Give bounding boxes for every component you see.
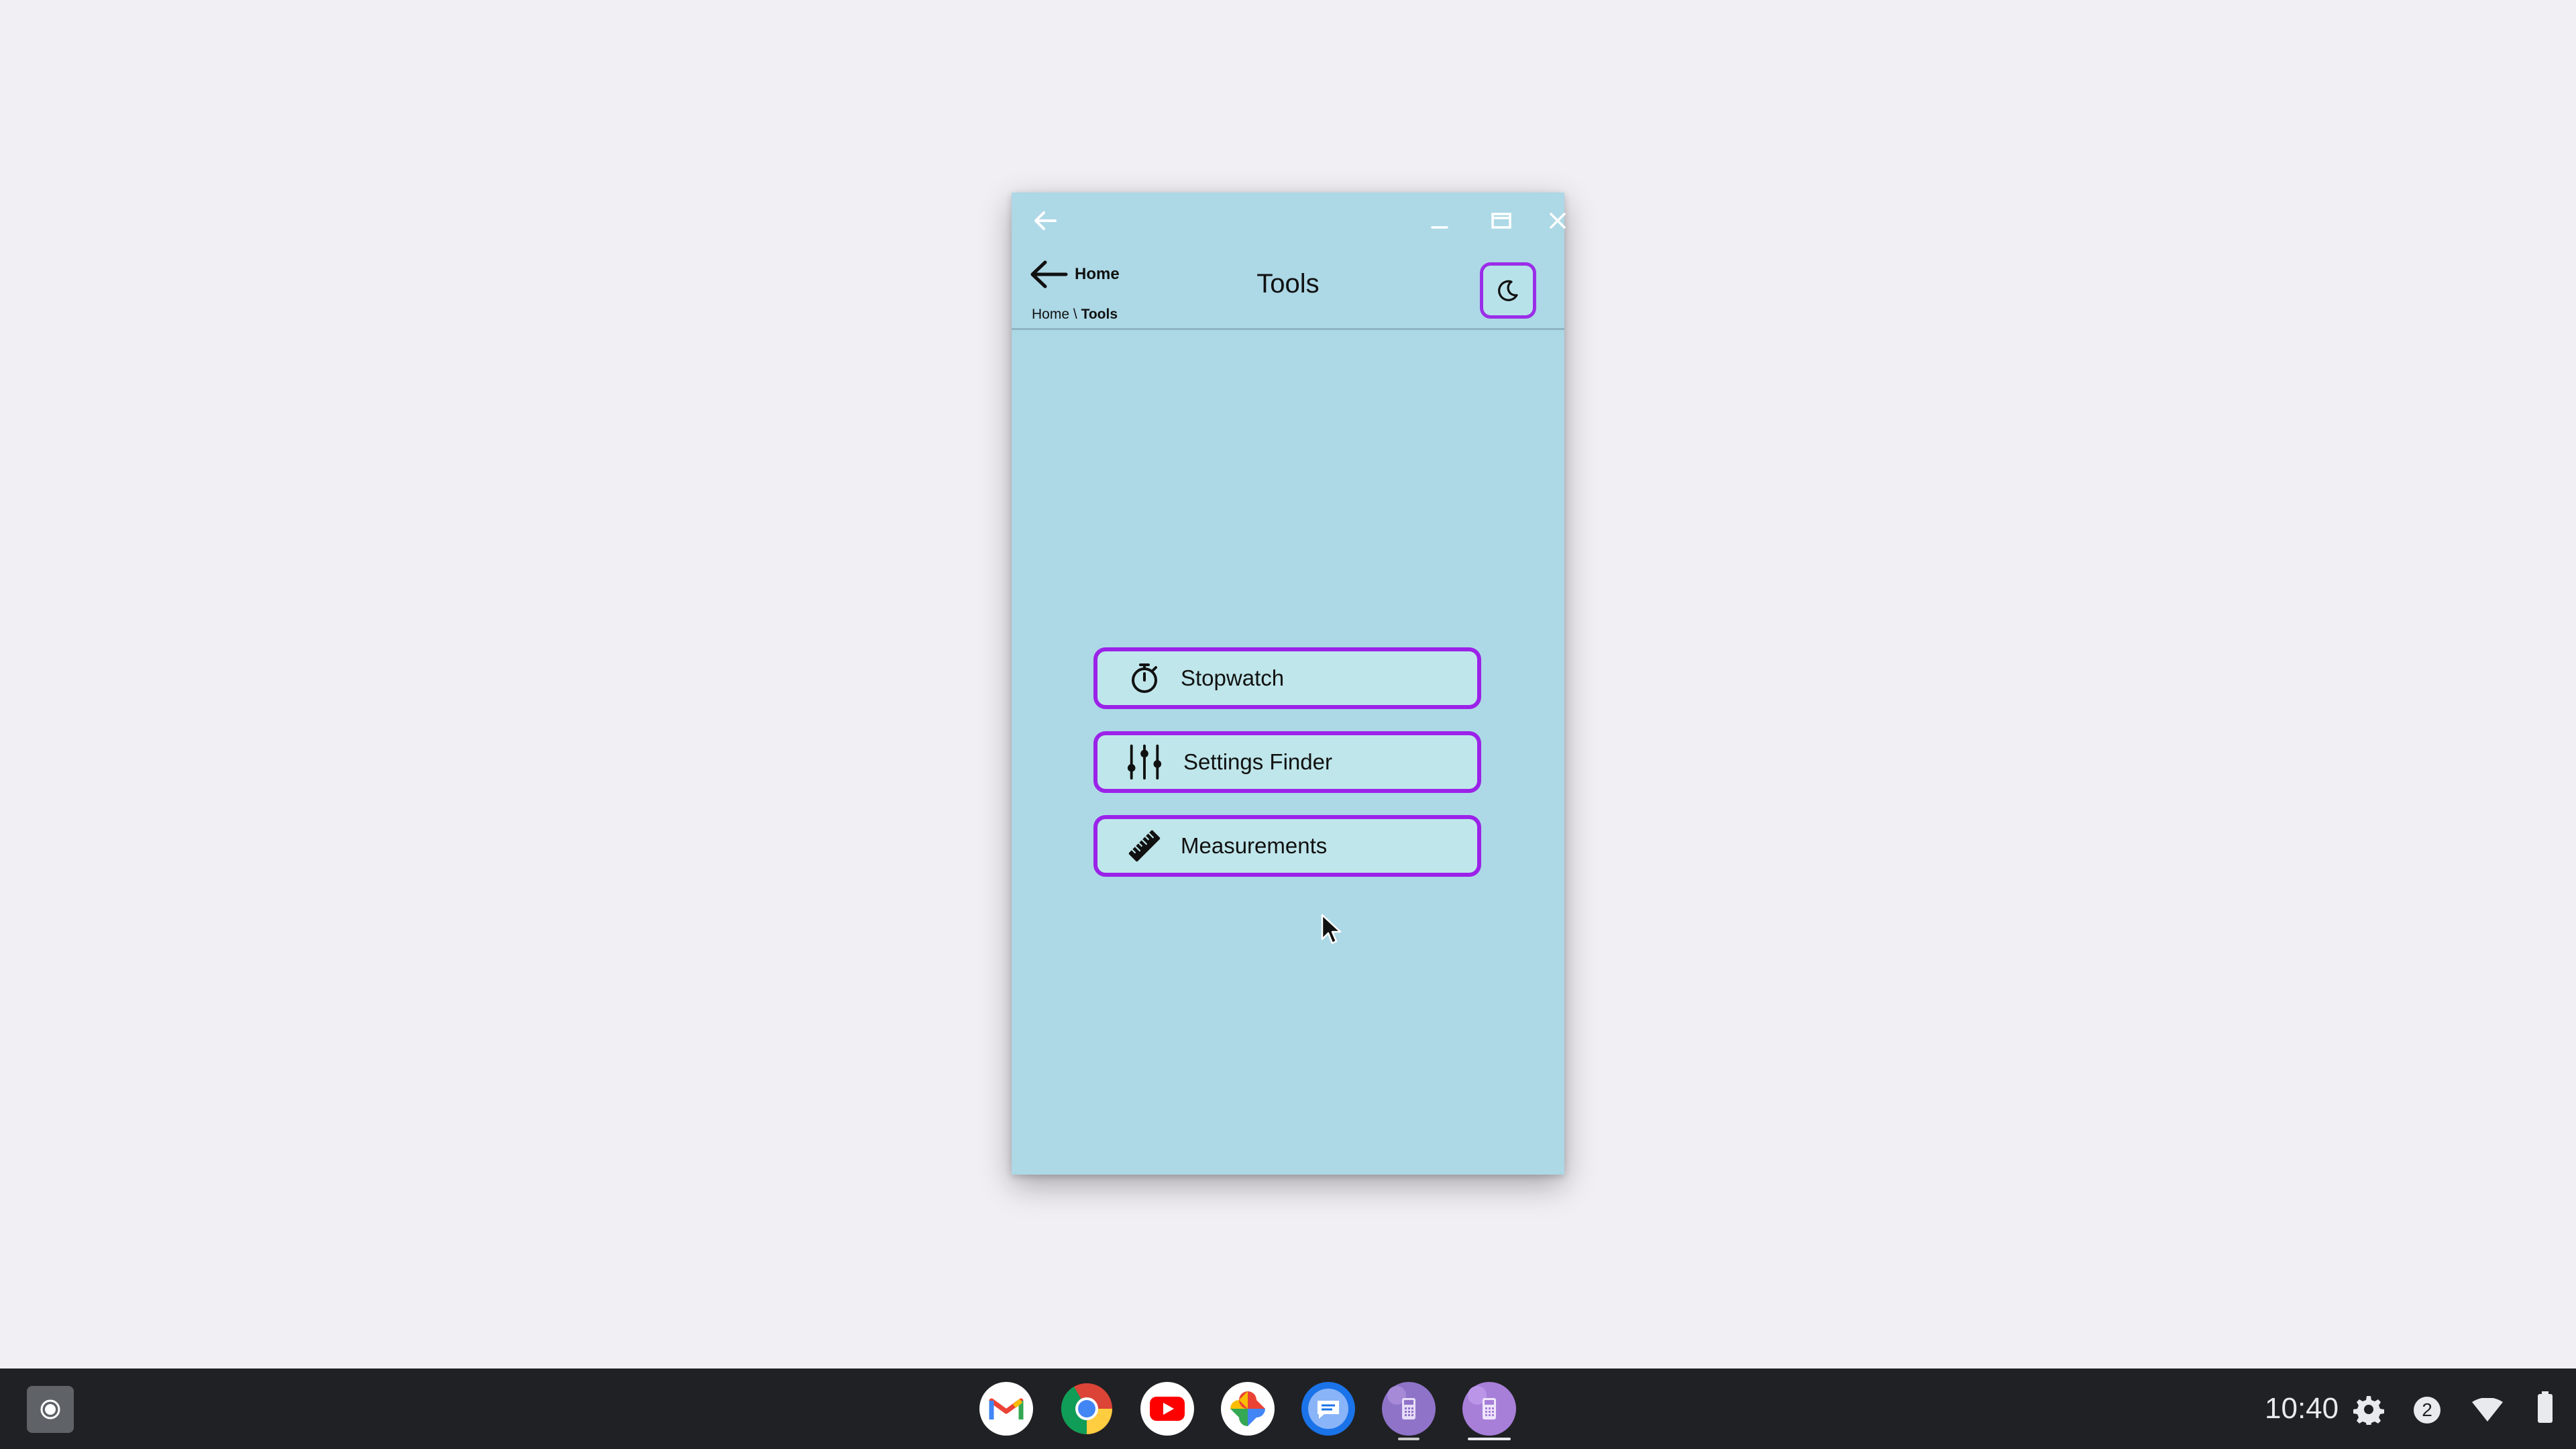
minimize-button[interactable] [1418,202,1461,239]
maximize-icon [1491,213,1511,229]
measurements-label: Measurements [1181,833,1328,858]
running-indicator [1398,1438,1419,1440]
breadcrumb-current: Tools [1081,307,1118,322]
shelf: 10:40 2 [0,1368,2576,1449]
youtube-app-icon[interactable] [1140,1382,1194,1436]
theme-toggle-button[interactable] [1480,262,1536,319]
chrome-app-icon[interactable] [1060,1382,1114,1436]
stopwatch-button[interactable]: Stopwatch [1093,647,1481,709]
settings-finder-label: Settings Finder [1183,749,1332,774]
close-icon [1550,213,1566,229]
calculator-app-icon-active[interactable] [1462,1382,1516,1436]
arrow-left-icon [1034,211,1057,230]
breadcrumb-separator: \ [1073,307,1077,322]
calculator-app-icon[interactable] [1382,1382,1436,1436]
notification-badge[interactable]: 2 [2414,1397,2440,1424]
back-label: Home [1075,265,1120,283]
launcher-circle-icon [40,1399,60,1419]
sliders-icon [1126,744,1163,780]
maximize-button[interactable] [1480,202,1523,239]
wifi-icon[interactable] [2471,1397,2504,1426]
minimize-icon [1431,226,1448,229]
launcher-button[interactable] [27,1386,74,1433]
breadcrumb-home[interactable]: Home [1032,307,1069,322]
close-button[interactable] [1536,202,1579,239]
battery-icon[interactable] [2537,1391,2553,1427]
photos-app-icon[interactable] [1221,1382,1275,1436]
mouse-pointer-icon [1321,914,1342,945]
ruler-icon [1126,828,1163,863]
settings-finder-button[interactable]: Settings Finder [1093,731,1481,793]
home-back-button[interactable]: Home [1029,256,1120,293]
clock[interactable]: 10:40 [2265,1387,2339,1430]
stopwatch-icon [1126,661,1163,696]
window-back-button[interactable] [1024,202,1067,239]
breadcrumb: Home \ Tools [1032,307,1118,323]
gear-icon[interactable] [2353,1394,2384,1428]
app-window: Home Tools Home \ Tools Stopwatch Settin… [1012,193,1566,1175]
active-running-indicator [1468,1438,1511,1440]
arrow-left-icon [1030,260,1068,288]
measurements-button[interactable]: Measurements [1093,815,1481,877]
messages-app-icon[interactable] [1301,1382,1355,1436]
moon-icon [1498,280,1518,301]
gmail-app-icon[interactable] [979,1382,1033,1436]
stopwatch-label: Stopwatch [1181,665,1285,690]
